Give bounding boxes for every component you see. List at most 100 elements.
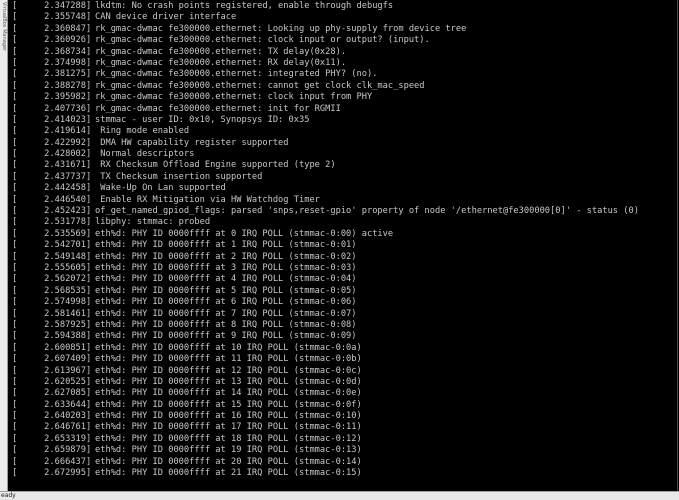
log-line: [2.666437] eth%d: PHY ID 0000ffff at 20 I… (12, 457, 674, 468)
log-line: [2.360926] rk_gmac-dwmac fe300000.etherne… (12, 35, 674, 46)
log-message: rk_gmac-dwmac fe300000.ethernet: RX dela… (95, 57, 347, 68)
log-timestamp: 2.535569 (44, 228, 86, 239)
log-timestamp: 2.422992 (44, 137, 86, 148)
log-message: eth%d: PHY ID 0000ffff at 11 IRQ POLL (s… (95, 354, 362, 365)
close-bracket: ] (86, 354, 92, 365)
open-bracket: [ (12, 445, 18, 456)
log-line: [2.542701] eth%d: PHY ID 0000ffff at 1 IR… (12, 240, 674, 251)
close-bracket: ] (86, 297, 92, 308)
log-timestamp: 2.549148 (44, 251, 86, 262)
log-message: CAN device driver interface (95, 12, 237, 23)
log-timestamp: 2.347288 (44, 1, 86, 11)
log-message: rk_gmac-dwmac fe300000.ethernet: Looking… (95, 23, 467, 34)
log-line: [2.419614] Ring mode enabled (12, 126, 674, 137)
log-message: eth%d: PHY ID 0000ffff at 7 IRQ POLL (st… (95, 308, 357, 319)
close-bracket: ] (86, 274, 92, 285)
close-bracket: ] (86, 35, 92, 46)
log-timestamp: 2.428002 (44, 149, 86, 160)
close-bracket: ] (86, 1, 92, 11)
log-line: [2.600851] eth%d: PHY ID 0000ffff at 10 I… (12, 343, 674, 354)
close-bracket: ] (86, 137, 92, 148)
log-timestamp: 2.633644 (44, 399, 86, 410)
open-bracket: [ (12, 342, 18, 353)
log-message: eth%d: PHY ID 0000ffff at 3 IRQ POLL (st… (95, 262, 357, 273)
log-message: Wake-Up On Lan supported (95, 183, 226, 194)
open-bracket: [ (12, 388, 18, 399)
close-bracket: ] (86, 80, 92, 91)
log-line: [2.368734] rk_gmac-dwmac fe300000.etherne… (12, 47, 674, 58)
open-bracket: [ (12, 365, 18, 376)
log-message: eth%d: PHY ID 0000ffff at 0 IRQ POLL (st… (95, 228, 394, 239)
close-bracket: ] (86, 411, 92, 422)
log-line: [2.452423] of_get_named_gpiod_flags: pars… (12, 206, 674, 217)
log-timestamp: 2.360847 (44, 23, 86, 34)
open-bracket: [ (12, 149, 18, 160)
log-message: rk_gmac-dwmac fe300000.ethernet: clock i… (95, 92, 373, 103)
log-message: libphy: stmmac: probed (95, 217, 211, 228)
log-message: rk_gmac-dwmac fe300000.ethernet: integra… (95, 69, 378, 80)
side-panel-label: VirtualBox Manager (1, 2, 7, 52)
close-bracket: ] (86, 183, 92, 194)
open-bracket: [ (12, 69, 18, 80)
log-line: [2.549148] eth%d: PHY ID 0000ffff at 2 IR… (12, 252, 674, 263)
terminal-console[interactable]: [2.347288] lkdtm: No crash points registe… (12, 0, 674, 492)
side-panel-strip[interactable]: VirtualBox Manager (0, 0, 8, 491)
log-line: [2.555605] eth%d: PHY ID 0000ffff at 3 IR… (12, 263, 674, 274)
log-line: [2.374998] rk_gmac-dwmac fe300000.etherne… (12, 58, 674, 69)
close-bracket: ] (86, 126, 92, 137)
vm-console-window: VirtualBox Manager [2.347288] lkdtm: No c… (0, 0, 679, 500)
log-timestamp: 2.431671 (44, 160, 86, 171)
log-timestamp: 2.620525 (44, 376, 86, 387)
log-timestamp: 2.414023 (44, 114, 86, 125)
open-bracket: [ (12, 160, 18, 171)
log-message: DMA HW capability register supported (95, 137, 289, 148)
close-bracket: ] (86, 206, 92, 217)
log-line: [2.414023] stmmac - user ID: 0x10, Synops… (12, 115, 674, 126)
log-timestamp: 2.374998 (44, 57, 86, 68)
open-bracket: [ (12, 262, 18, 273)
log-timestamp: 2.581461 (44, 308, 86, 319)
log-line: [2.407736] rk_gmac-dwmac fe300000.etherne… (12, 104, 674, 115)
open-bracket: [ (12, 354, 18, 365)
log-timestamp: 2.360926 (44, 35, 86, 46)
log-timestamp: 2.446540 (44, 194, 86, 205)
log-line: [2.422992] DMA HW capability register su… (12, 138, 674, 149)
log-timestamp: 2.568535 (44, 285, 86, 296)
close-bracket: ] (86, 365, 92, 376)
close-bracket: ] (86, 468, 92, 479)
log-message: eth%d: PHY ID 0000ffff at 12 IRQ POLL (s… (95, 365, 362, 376)
status-text: eady (1, 492, 16, 499)
log-line: [2.627085] eth%d: PHY ID 0000ffff at 14 I… (12, 388, 674, 399)
log-timestamp: 2.627085 (44, 388, 86, 399)
log-line: [2.594388] eth%d: PHY ID 0000ffff at 9 IR… (12, 331, 674, 342)
close-bracket: ] (86, 456, 92, 467)
log-timestamp: 2.555605 (44, 262, 86, 273)
log-line: [2.446540] Enable RX Mitigation via HW W… (12, 195, 674, 206)
log-message: eth%d: PHY ID 0000ffff at 13 IRQ POLL (s… (95, 376, 362, 387)
close-bracket: ] (86, 399, 92, 410)
log-message: eth%d: PHY ID 0000ffff at 17 IRQ POLL (s… (95, 422, 362, 433)
close-bracket: ] (86, 422, 92, 433)
log-line: [2.347288] lkdtm: No crash points registe… (12, 1, 674, 12)
close-bracket: ] (86, 23, 92, 34)
log-line: [2.633644] eth%d: PHY ID 0000ffff at 15 I… (12, 400, 674, 411)
close-bracket: ] (86, 376, 92, 387)
log-line: [2.568535] eth%d: PHY ID 0000ffff at 5 IR… (12, 286, 674, 297)
log-timestamp: 2.419614 (44, 126, 86, 137)
log-message: eth%d: PHY ID 0000ffff at 2 IRQ POLL (st… (95, 251, 357, 262)
open-bracket: [ (12, 114, 18, 125)
log-line: [2.535569] eth%d: PHY ID 0000ffff at 0 IR… (12, 229, 674, 240)
close-bracket: ] (86, 69, 92, 80)
open-bracket: [ (12, 274, 18, 285)
log-timestamp: 2.640203 (44, 411, 86, 422)
open-bracket: [ (12, 126, 18, 137)
close-bracket: ] (86, 12, 92, 23)
open-bracket: [ (12, 297, 18, 308)
log-message: eth%d: PHY ID 0000ffff at 14 IRQ POLL (s… (95, 388, 362, 399)
log-message: rk_gmac-dwmac fe300000.ethernet: init fo… (95, 103, 341, 114)
log-line: [2.587925] eth%d: PHY ID 0000ffff at 8 IR… (12, 320, 674, 331)
log-timestamp: 2.452423 (44, 206, 86, 217)
log-message: of_get_named_gpiod_flags: parsed 'snps,r… (95, 206, 639, 217)
close-bracket: ] (86, 342, 92, 353)
close-bracket: ] (86, 92, 92, 103)
